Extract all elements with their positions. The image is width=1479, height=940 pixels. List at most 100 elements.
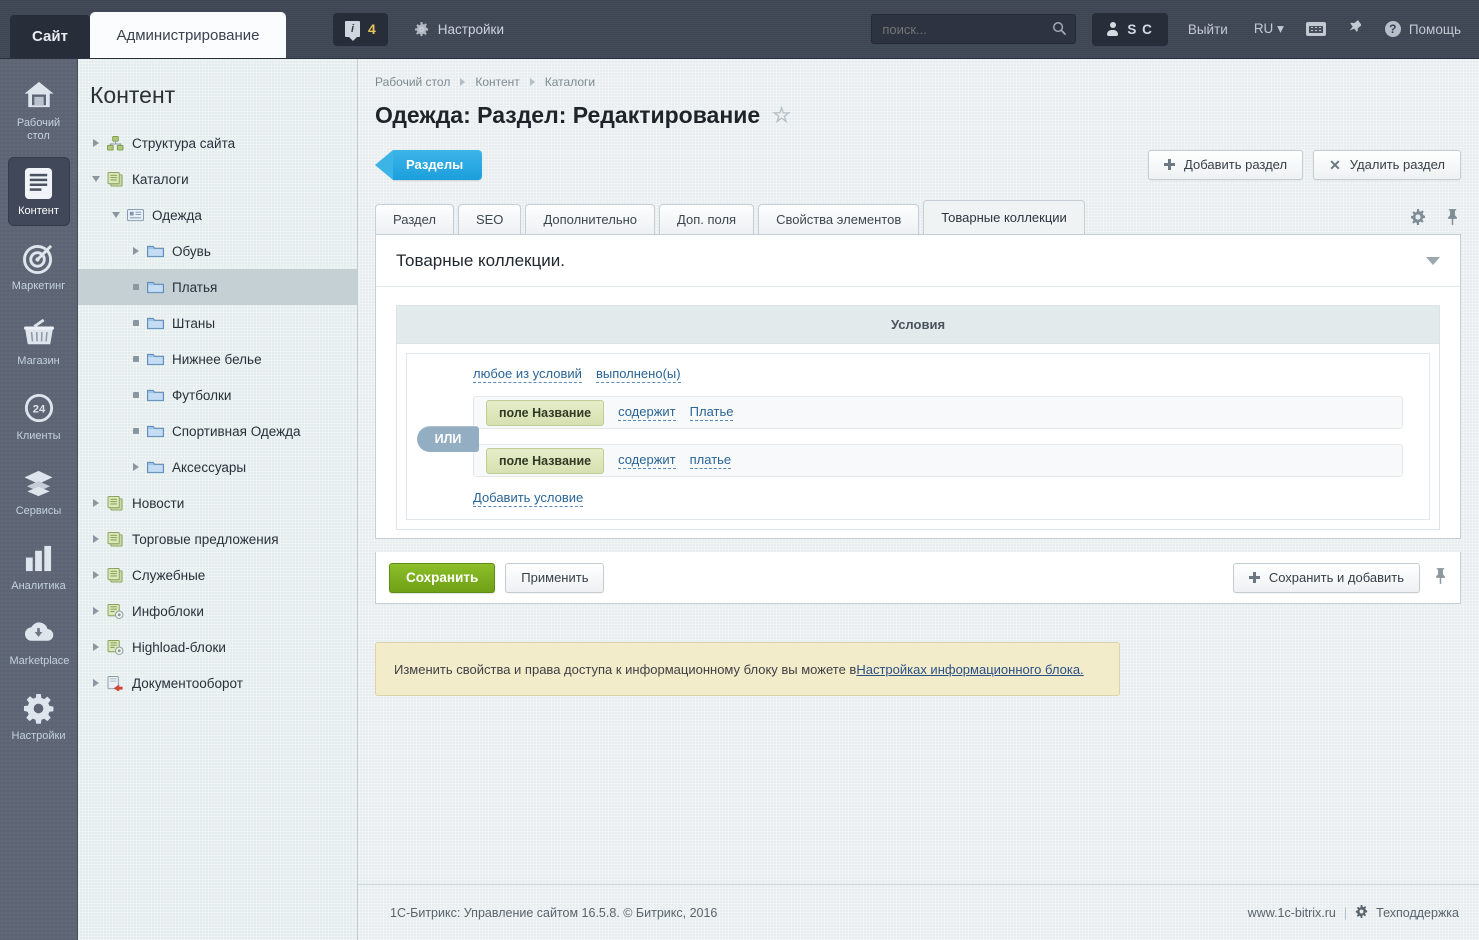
- chevron-right-icon[interactable]: [93, 139, 99, 147]
- rail-item-services[interactable]: Сервисы: [8, 457, 70, 526]
- condition-field[interactable]: поле Название: [486, 447, 605, 474]
- tree-toggle[interactable]: [88, 607, 104, 615]
- tree-item-1[interactable]: Каталоги: [78, 161, 357, 197]
- chevron-right-icon[interactable]: [93, 607, 99, 615]
- chevron-right-icon[interactable]: [93, 535, 99, 543]
- save-button[interactable]: Сохранить: [389, 562, 496, 593]
- tree-item-15[interactable]: Документооборот: [78, 665, 357, 701]
- tree-toggle[interactable]: [108, 212, 124, 218]
- tree-item-10[interactable]: Новости: [78, 485, 357, 521]
- group-operator-badge[interactable]: ИЛИ: [417, 426, 479, 452]
- tree-toggle[interactable]: [128, 320, 144, 326]
- gear-icon: [1355, 904, 1368, 921]
- apply-button[interactable]: Применить: [505, 562, 605, 593]
- logout-link[interactable]: Выйти: [1188, 22, 1228, 37]
- tree-item-8[interactable]: Спортивная Одежда: [78, 413, 357, 449]
- help-link[interactable]: ? Помощь: [1384, 21, 1461, 37]
- star-icon[interactable]: ☆: [772, 103, 791, 128]
- condition-value[interactable]: платье: [689, 452, 732, 469]
- pin-icon[interactable]: [1446, 208, 1459, 230]
- tab-1[interactable]: SEO: [457, 204, 522, 234]
- tab-4[interactable]: Свойства элементов: [758, 204, 920, 234]
- rail-item-marketing[interactable]: Маркетинг: [8, 232, 70, 301]
- tree-item-14[interactable]: Highload-блоки: [78, 629, 357, 665]
- tree-toggle[interactable]: [88, 535, 104, 543]
- add-section-button[interactable]: Добавить раздел: [1148, 149, 1304, 180]
- workflow-icon: [107, 675, 124, 692]
- tab-2[interactable]: Дополнительно: [525, 204, 656, 234]
- tree-item-11[interactable]: Торговые предложения: [78, 521, 357, 557]
- chevron-right-icon[interactable]: [93, 571, 99, 579]
- breadcrumb-item-2[interactable]: Каталоги: [545, 75, 595, 89]
- tree-toggle[interactable]: [88, 571, 104, 579]
- notice-link[interactable]: Настройках информационного блока.: [856, 662, 1083, 677]
- tree-item-5[interactable]: Штаны: [78, 305, 357, 341]
- tree-item-6[interactable]: Нижнее белье: [78, 341, 357, 377]
- sections-tab-button[interactable]: Разделы: [374, 149, 483, 180]
- tree-toggle[interactable]: [88, 643, 104, 651]
- user-button[interactable]: S C: [1092, 12, 1168, 46]
- footer-site-link[interactable]: www.1c-bitrix.ru: [1248, 906, 1336, 920]
- tree-item-7[interactable]: Футболки: [78, 377, 357, 413]
- keyboard-icon[interactable]: [1305, 22, 1326, 36]
- language-selector[interactable]: RU ▾: [1254, 21, 1284, 37]
- tree-item-0[interactable]: Структура сайта: [78, 125, 357, 161]
- chevron-down-icon[interactable]: [112, 212, 120, 218]
- search-box[interactable]: [871, 14, 1077, 44]
- chevron-right-icon[interactable]: [93, 643, 99, 651]
- tab-5[interactable]: Товарные коллекции: [923, 200, 1085, 234]
- tree-toggle[interactable]: [88, 176, 104, 182]
- tab-3[interactable]: Доп. поля: [659, 204, 755, 234]
- tree-toggle[interactable]: [128, 428, 144, 434]
- settings-link[interactable]: Настройки: [414, 21, 504, 37]
- chevron-right-icon[interactable]: [133, 247, 139, 255]
- add-condition-link[interactable]: Добавить условие: [473, 490, 584, 507]
- rail-item-settings[interactable]: Настройки: [8, 682, 70, 751]
- gear-icon[interactable]: [1410, 208, 1426, 230]
- search-input[interactable]: [871, 14, 1077, 44]
- tree-toggle[interactable]: [128, 463, 144, 471]
- tree-item-3[interactable]: Обувь: [78, 233, 357, 269]
- tree-toggle[interactable]: [128, 356, 144, 362]
- pin-icon[interactable]: [1348, 19, 1362, 40]
- chevron-right-icon[interactable]: [93, 499, 99, 507]
- caret-down-icon[interactable]: [1426, 256, 1440, 265]
- admin-tab[interactable]: Администрирование: [90, 12, 286, 58]
- fulfilled-link[interactable]: выполнено(ы): [595, 366, 681, 383]
- tree-toggle[interactable]: [88, 679, 104, 687]
- tree-toggle[interactable]: [128, 284, 144, 290]
- tree-item-4[interactable]: Платья: [78, 269, 357, 305]
- footer-support-link[interactable]: Техподдержка: [1376, 906, 1459, 920]
- rail-item-content[interactable]: Контент: [7, 157, 70, 226]
- delete-section-button[interactable]: ✕ Удалить раздел: [1313, 149, 1461, 180]
- condition-operator[interactable]: содержит: [618, 452, 676, 469]
- tree-item-13[interactable]: Инфоблоки: [78, 593, 357, 629]
- breadcrumb-item-0[interactable]: Рабочий стол: [375, 75, 450, 89]
- tree-toggle[interactable]: [128, 392, 144, 398]
- rail-item-clients[interactable]: 24 Клиенты: [8, 382, 70, 451]
- chevron-down-icon[interactable]: [92, 176, 100, 182]
- chevron-right-icon[interactable]: [133, 463, 139, 471]
- breadcrumb-item-1[interactable]: Контент: [475, 75, 519, 89]
- rail-item-analytics[interactable]: Аналитика: [8, 532, 70, 601]
- site-button[interactable]: Сайт: [10, 15, 90, 58]
- tree-item-2[interactable]: Одежда: [78, 197, 357, 233]
- condition-value[interactable]: Платье: [689, 404, 734, 421]
- tab-0[interactable]: Раздел: [375, 204, 454, 234]
- condition-operator[interactable]: содержит: [618, 404, 676, 421]
- condition-field[interactable]: поле Название: [486, 399, 605, 426]
- search-icon[interactable]: [1052, 21, 1067, 36]
- any-of-conditions-link[interactable]: любое из условий: [473, 366, 582, 383]
- save-and-add-button[interactable]: Сохранить и добавить: [1232, 562, 1420, 593]
- tree-item-12[interactable]: Служебные: [78, 557, 357, 593]
- tree-toggle[interactable]: [88, 139, 104, 147]
- rail-item-marketplace[interactable]: Marketplace: [8, 607, 70, 676]
- pin-icon[interactable]: [1434, 567, 1447, 589]
- notifications-button[interactable]: i 4: [333, 12, 388, 46]
- rail-item-shop[interactable]: Магазин: [8, 307, 70, 376]
- tree-toggle[interactable]: [88, 499, 104, 507]
- rail-item-desktop[interactable]: Рабочий стол: [8, 69, 70, 151]
- tree-item-9[interactable]: Аксессуары: [78, 449, 357, 485]
- tree-toggle[interactable]: [128, 247, 144, 255]
- chevron-right-icon[interactable]: [93, 679, 99, 687]
